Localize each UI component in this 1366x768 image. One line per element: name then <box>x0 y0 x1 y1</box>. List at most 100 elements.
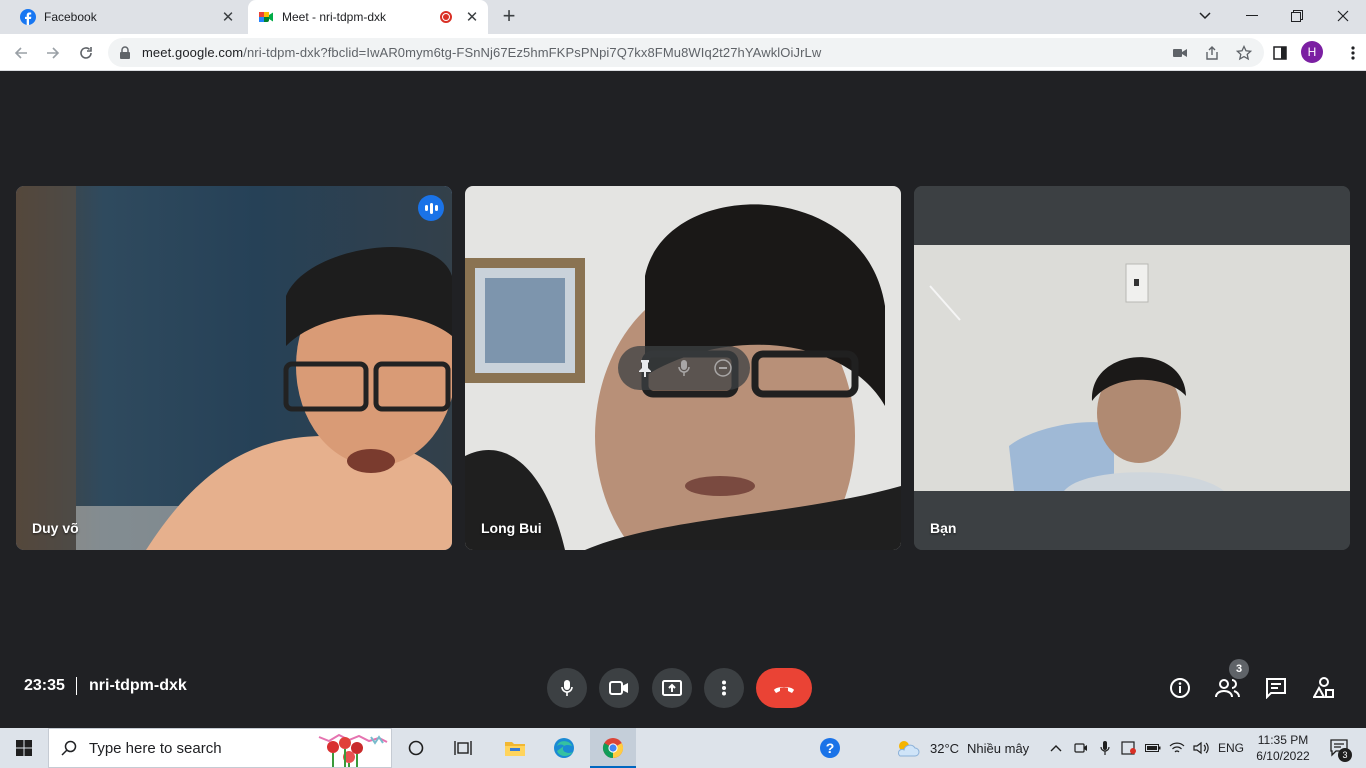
meeting-details-button[interactable] <box>1166 674 1194 702</box>
microphone-button[interactable] <box>547 668 587 708</box>
facebook-icon <box>20 9 36 25</box>
tile-hover-controls <box>618 346 750 390</box>
chrome-icon <box>602 738 624 759</box>
back-button[interactable] <box>8 40 34 66</box>
tab-title: Facebook <box>44 10 97 24</box>
present-screen-button[interactable] <box>652 668 692 708</box>
close-window-button[interactable] <box>1329 4 1357 28</box>
weather-temperature: 32°C <box>930 740 960 756</box>
battery-icon[interactable] <box>1142 728 1164 768</box>
edge-button[interactable] <box>544 728 584 768</box>
url-path: /nri-tdpm-dxk?fbclid=IwAR0mym6tg-FSnNj67… <box>243 45 822 60</box>
close-tab-icon[interactable]: ✕ <box>462 7 482 27</box>
profile-avatar[interactable]: H <box>1301 41 1323 63</box>
meeting-clock: 23:35 <box>24 677 65 694</box>
participant-tile-long-bui[interactable]: Long Bui <box>465 186 901 550</box>
lock-icon <box>120 45 130 59</box>
info-icon <box>1170 678 1190 698</box>
meet-stage: Duy võ Long Bui Bạn 23:35 nri-tdpm-dxk 3 <box>0 71 1366 728</box>
speaking-indicator-icon <box>418 195 444 221</box>
arrow-right-icon <box>47 47 60 59</box>
task-view-button[interactable] <box>445 728 481 768</box>
new-tab-button[interactable]: + <box>498 5 520 28</box>
side-panel-icon <box>1273 46 1287 60</box>
weather-widget[interactable]: 32°C Nhiều mây <box>894 728 1044 768</box>
language-text: ENG <box>1217 741 1244 755</box>
close-tab-icon[interactable]: ✕ <box>218 7 238 27</box>
more-vert-icon <box>722 680 726 696</box>
volume-icon[interactable] <box>1190 728 1212 768</box>
search-highlight-tulips-icon <box>318 733 388 767</box>
help-question-icon: ? <box>820 738 840 758</box>
cortana-circle-icon <box>408 740 424 756</box>
pin-icon[interactable] <box>632 355 658 381</box>
search-placeholder: Type here to search <box>89 739 222 757</box>
restore-button[interactable] <box>1283 4 1311 28</box>
participant-video <box>16 186 452 550</box>
videocam-icon <box>609 681 628 695</box>
forward-button[interactable] <box>40 40 66 66</box>
participant-video <box>914 186 1350 550</box>
security-tray-icon[interactable] <box>1118 728 1140 768</box>
leave-call-button[interactable] <box>756 668 812 708</box>
show-hidden-icons-button[interactable] <box>1046 728 1066 768</box>
side-panel-button[interactable] <box>1267 40 1293 66</box>
tab-meet[interactable]: Meet - nri-tdpm-dxk ✕ <box>248 0 488 34</box>
participant-tile-self[interactable]: Bạn <box>914 186 1350 550</box>
participant-name: Bạn <box>930 520 957 536</box>
more-options-button[interactable] <box>704 668 744 708</box>
remove-participant-icon[interactable] <box>710 355 736 381</box>
wifi-icon[interactable] <box>1166 728 1188 768</box>
url-host: meet.google.com <box>142 45 244 60</box>
minimize-button[interactable] <box>1238 4 1266 28</box>
address-bar[interactable]: meet.google.com/nri-tdpm-dxk?fbclid=IwAR… <box>108 38 1264 67</box>
camera-tray-icon[interactable] <box>1070 728 1092 768</box>
tab-search-icon[interactable] <box>1191 4 1219 28</box>
people-count-badge: 3 <box>1229 659 1249 679</box>
camera-in-use-icon[interactable] <box>1168 41 1192 65</box>
call-end-icon <box>774 687 794 693</box>
google-meet-icon <box>259 12 273 22</box>
language-indicator[interactable]: ENG <box>1214 728 1248 768</box>
start-button[interactable] <box>0 728 48 768</box>
microphone-tray-icon[interactable] <box>1094 728 1116 768</box>
meeting-code: nri-tdpm-dxk <box>89 677 187 694</box>
help-app-button[interactable]: ? <box>812 728 848 768</box>
people-icon <box>1215 679 1240 698</box>
taskbar-clock[interactable]: 11:35 PM 6/10/2022 <box>1250 728 1316 768</box>
reload-icon <box>80 47 92 59</box>
folder-icon <box>505 742 525 756</box>
task-view-icon <box>454 741 472 755</box>
browser-menu-button[interactable] <box>1340 40 1366 66</box>
arrow-left-icon <box>14 47 27 59</box>
weather-description: Nhiều mây <box>967 740 1030 756</box>
partly-cloudy-icon <box>897 741 920 757</box>
taskbar-search-box[interactable]: Type here to search <box>48 728 392 768</box>
recording-indicator-icon <box>440 11 452 23</box>
participant-tile-duy[interactable]: Duy võ <box>16 186 452 550</box>
notification-count-badge: 3 <box>1338 748 1352 762</box>
search-icon <box>61 740 77 756</box>
chat-icon <box>1266 678 1286 699</box>
url-text: meet.google.com/nri-tdpm-dxk?fbclid=IwAR… <box>142 45 1168 60</box>
clock-time: 11:35 PM <box>1257 733 1309 747</box>
bookmark-star-icon[interactable] <box>1232 41 1256 65</box>
file-explorer-button[interactable] <box>495 728 535 768</box>
browser-tab-strip: Facebook ✕ Meet - nri-tdpm-dxk ✕ + <box>0 0 1366 34</box>
share-icon[interactable] <box>1200 41 1224 65</box>
browser-toolbar: meet.google.com/nri-tdpm-dxk?fbclid=IwAR… <box>0 34 1366 71</box>
mic-icon <box>561 680 573 696</box>
activities-button[interactable] <box>1310 674 1338 702</box>
camera-button[interactable] <box>599 668 639 708</box>
chat-button[interactable] <box>1262 674 1290 702</box>
notification-center-button[interactable]: 3 <box>1320 728 1360 768</box>
meeting-controls-bar: 23:35 nri-tdpm-dxk 3 <box>0 658 1366 718</box>
tab-facebook[interactable]: Facebook ✕ <box>8 0 244 34</box>
participant-name: Long Bui <box>481 520 542 536</box>
reload-button[interactable] <box>73 40 99 66</box>
more-vert-icon <box>1351 46 1355 60</box>
svg-text:?: ? <box>826 740 835 756</box>
chrome-taskbar-button[interactable] <box>590 728 636 768</box>
cortana-button[interactable] <box>398 728 434 768</box>
mute-participant-icon[interactable] <box>671 355 697 381</box>
